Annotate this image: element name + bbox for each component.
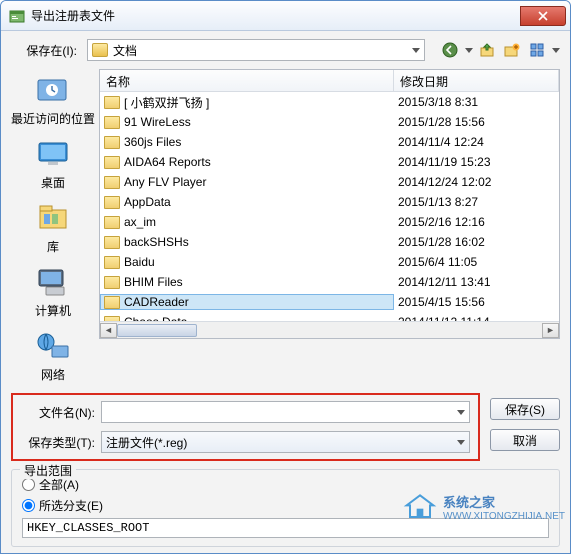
horizontal-scrollbar[interactable]: ◄ ► xyxy=(100,321,559,338)
col-name[interactable]: 名称 xyxy=(100,70,394,91)
file-date: 2015/3/18 8:31 xyxy=(394,95,559,109)
file-date: 2015/2/16 12:16 xyxy=(394,215,559,229)
file-date: 2015/1/13 8:27 xyxy=(394,195,559,209)
titlebar: 导出注册表文件 xyxy=(1,1,570,31)
folder-icon xyxy=(104,136,120,149)
filetype-label: 保存类型(T): xyxy=(21,434,95,451)
file-date: 2015/4/15 15:56 xyxy=(394,295,559,309)
export-range-legend: 导出范围 xyxy=(20,462,76,479)
regedit-icon xyxy=(9,8,25,24)
file-name: Any FLV Player xyxy=(124,175,206,189)
filetype-combo[interactable]: 注册文件(*.reg) xyxy=(101,431,470,453)
file-rows[interactable]: [ 小鹤双拼飞扬 ] 2015/3/18 8:31 91 WireLess 2015/… xyxy=(100,92,559,321)
chevron-down-icon[interactable] xyxy=(457,410,465,415)
chevron-down-icon xyxy=(457,440,465,445)
file-date: 2014/12/24 12:02 xyxy=(394,175,559,189)
table-row[interactable]: Any FLV Player 2014/12/24 12:02 xyxy=(100,172,559,192)
table-row[interactable]: backSHSHs 2015/1/28 16:02 xyxy=(100,232,559,252)
file-name: AppData xyxy=(124,195,171,209)
file-date: 2014/11/19 15:23 xyxy=(394,155,559,169)
file-date: 2015/6/4 11:05 xyxy=(394,255,559,269)
table-row[interactable]: CADReader 2015/4/15 15:56 xyxy=(100,292,559,312)
col-date[interactable]: 修改日期 xyxy=(394,70,559,91)
watermark-url: WWW.XITONGZHIJIA.NET xyxy=(443,511,565,522)
folder-icon xyxy=(104,276,120,289)
file-name: CADReader xyxy=(124,295,189,309)
file-name: backSHSHs xyxy=(124,235,189,249)
window-title: 导出注册表文件 xyxy=(31,7,520,24)
folder-icon xyxy=(104,296,120,309)
sidebar-desktop[interactable]: 桌面 xyxy=(11,137,95,191)
folder-icon xyxy=(104,256,120,269)
watermark-brand: 系统之家 xyxy=(443,495,495,510)
file-name: ax_im xyxy=(124,215,156,229)
file-name: BHIM Files xyxy=(124,275,183,289)
nav-back-button[interactable] xyxy=(439,39,461,61)
file-date: 2014/12/11 13:41 xyxy=(394,275,559,289)
filetype-value: 注册文件(*.reg) xyxy=(106,434,187,451)
save-in-label: 保存在(I): xyxy=(11,42,81,59)
view-dropdown[interactable] xyxy=(551,39,560,61)
table-row[interactable]: 91 WireLess 2015/1/28 15:56 xyxy=(100,112,559,132)
column-headers[interactable]: 名称 修改日期 xyxy=(100,70,559,92)
table-row[interactable]: 360js Files 2014/11/4 12:24 xyxy=(100,132,559,152)
radio-all[interactable]: 全部(A) xyxy=(22,476,549,493)
scroll-track[interactable] xyxy=(117,323,542,338)
folder-icon xyxy=(104,176,120,189)
sidebar-computer[interactable]: 计算机 xyxy=(11,265,95,319)
folder-icon xyxy=(104,96,120,109)
save-button[interactable]: 保存(S) xyxy=(490,398,560,420)
file-date: 2015/1/28 15:56 xyxy=(394,115,559,129)
file-name: 360js Files xyxy=(124,135,181,149)
cancel-button[interactable]: 取消 xyxy=(490,429,560,451)
table-row[interactable]: Chaos Data2014/11/12 11:14 xyxy=(100,312,559,321)
table-row[interactable]: BHIM Files 2014/12/11 13:41 xyxy=(100,272,559,292)
watermark: 系统之家 WWW.XITONGZHIJIA.NET xyxy=(403,492,565,522)
table-row[interactable]: Baidu 2015/6/4 11:05 xyxy=(100,252,559,272)
filename-label: 文件名(N): xyxy=(21,404,95,421)
folder-icon xyxy=(104,236,120,249)
nav-back-dropdown[interactable] xyxy=(464,39,473,61)
new-folder-button[interactable] xyxy=(501,39,523,61)
file-date: 2015/1/28 16:02 xyxy=(394,235,559,249)
folder-icon xyxy=(104,116,120,129)
save-in-combo[interactable]: 文档 xyxy=(87,39,425,61)
scroll-left-button[interactable]: ◄ xyxy=(100,323,117,338)
save-in-value: 文档 xyxy=(113,42,137,59)
file-name: 91 WireLess xyxy=(124,115,191,129)
file-name: AIDA64 Reports xyxy=(124,155,211,169)
view-button[interactable] xyxy=(526,39,548,61)
watermark-logo-icon xyxy=(403,492,437,522)
nav-up-button[interactable] xyxy=(476,39,498,61)
file-list: 名称 修改日期 [ 小鹤双拼飞扬 ] 2015/3/18 8:31 91 WireL… xyxy=(99,69,560,339)
table-row[interactable]: AppData 2015/1/13 8:27 xyxy=(100,192,559,212)
file-name: [ 小鹤双拼飞扬 ] xyxy=(124,94,209,111)
table-row[interactable]: AIDA64 Reports 2014/11/19 15:23 xyxy=(100,152,559,172)
scroll-right-button[interactable]: ► xyxy=(542,323,559,338)
filename-input[interactable] xyxy=(106,405,457,419)
scroll-thumb[interactable] xyxy=(117,324,197,337)
sidebar-libraries[interactable]: 库 xyxy=(11,201,95,255)
filename-input-wrap[interactable] xyxy=(101,401,470,423)
filename-fields: 文件名(N): 保存类型(T): 注册文件(*.reg) xyxy=(11,393,480,461)
close-button[interactable] xyxy=(520,6,566,26)
sidebar-recent[interactable]: 最近访问的位置 xyxy=(11,73,95,127)
sidebar-network[interactable]: 网络 xyxy=(11,329,95,383)
folder-icon xyxy=(104,156,120,169)
folder-icon xyxy=(92,43,108,57)
folder-icon xyxy=(104,196,120,209)
file-date: 2014/11/4 12:24 xyxy=(394,135,559,149)
places-sidebar: 最近访问的位置 桌面 库 计算机 网络 xyxy=(11,69,95,383)
file-name: Baidu xyxy=(124,255,155,269)
table-row[interactable]: [ 小鹤双拼飞扬 ] 2015/3/18 8:31 xyxy=(100,92,559,112)
folder-icon xyxy=(104,216,120,229)
table-row[interactable]: ax_im 2015/2/16 12:16 xyxy=(100,212,559,232)
chevron-down-icon xyxy=(412,48,420,53)
